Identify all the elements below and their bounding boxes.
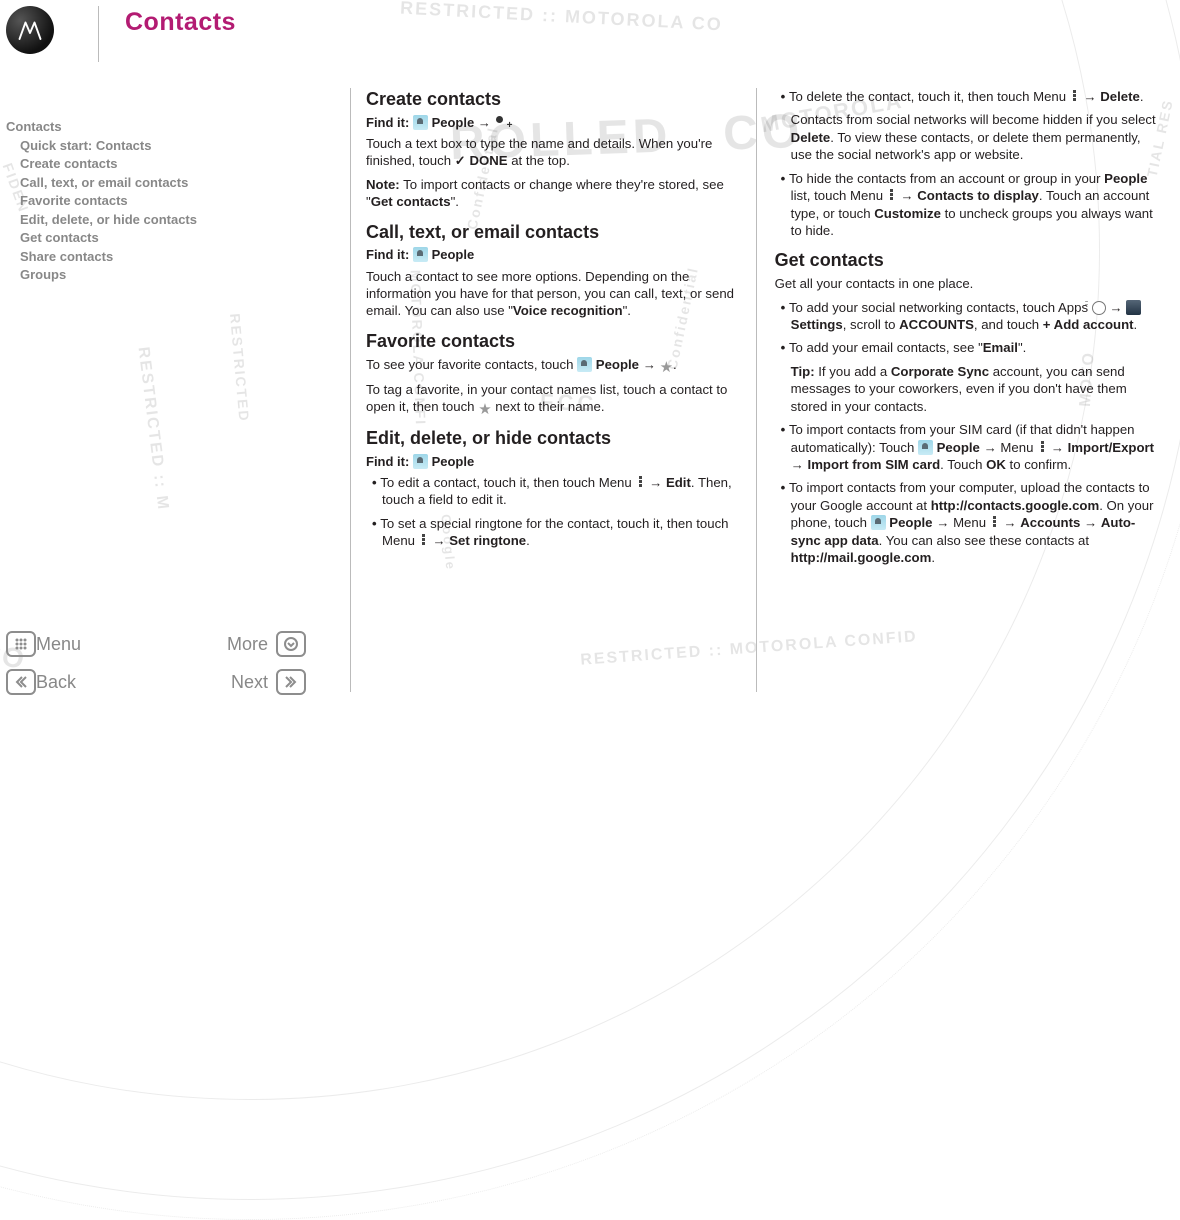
people-icon xyxy=(413,247,428,262)
people-icon xyxy=(413,454,428,469)
toc-item-edit[interactable]: Edit, delete, or hide contacts xyxy=(20,211,296,229)
people-icon xyxy=(577,357,592,372)
menu-dots-icon xyxy=(419,533,429,547)
settings-icon xyxy=(1126,300,1141,315)
toc-item-share[interactable]: Share contacts xyxy=(20,248,296,266)
delete-note: Contacts from social networks will becom… xyxy=(791,111,1162,163)
motorola-logo xyxy=(6,6,54,54)
heading-get-contacts: Get contacts xyxy=(775,249,1162,273)
menu-button[interactable] xyxy=(6,631,36,657)
people-icon xyxy=(918,440,933,455)
more-button[interactable] xyxy=(276,631,306,657)
findit-create: Find it: People → xyxy=(366,114,738,131)
back-button[interactable] xyxy=(6,669,36,695)
check-icon: ✓ xyxy=(455,152,466,169)
back-label: Back xyxy=(36,672,76,693)
star-icon: ★ xyxy=(478,403,491,417)
add-person-icon xyxy=(494,116,510,130)
menu-dots-icon xyxy=(887,188,897,202)
menu-dots-icon xyxy=(1037,440,1047,454)
heading-edit-delete-hide: Edit, delete, or hide contacts xyxy=(366,427,738,451)
page-title: Contacts xyxy=(125,8,236,37)
menu-label: Menu xyxy=(36,634,81,655)
get-bullet-1: To add your social networking contacts, … xyxy=(781,299,1162,334)
next-label: Next xyxy=(231,672,268,693)
hide-bullet: To hide the contacts from an account or … xyxy=(781,170,1162,240)
get-bullet-3: To import contacts from your SIM card (i… xyxy=(781,421,1162,473)
get-intro: Get all your contacts in one place. xyxy=(775,275,1162,292)
toc-item-create[interactable]: Create contacts xyxy=(20,155,296,173)
toc-heading[interactable]: Contacts xyxy=(6,118,296,136)
favorite-p2: To tag a favorite, in your contact names… xyxy=(366,381,738,417)
bottom-nav: Menu More Back Next xyxy=(6,627,306,699)
people-icon xyxy=(871,515,886,530)
menu-dots-icon xyxy=(635,475,645,489)
sidebar-toc: Contacts Quick start: Contacts Create co… xyxy=(6,118,296,284)
toc-item-favorite[interactable]: Favorite contacts xyxy=(20,192,296,210)
toc-item-call[interactable]: Call, text, or email contacts xyxy=(20,174,296,192)
findit-call: Find it: People xyxy=(366,246,738,263)
menu-dots-icon xyxy=(1070,89,1080,103)
get-bullet-2: To add your email contacts, see "Email".… xyxy=(781,339,1162,415)
delete-bullet: To delete the contact, touch it, then to… xyxy=(781,88,1162,164)
toc-item-groups[interactable]: Groups xyxy=(20,266,296,284)
column-1: Create contacts Find it: People → Touch … xyxy=(350,88,756,713)
people-icon xyxy=(413,115,428,130)
column-2: To delete the contact, touch it, then to… xyxy=(775,88,1180,713)
call-body: Touch a contact to see more options. Dep… xyxy=(366,268,738,320)
favorite-p1: To see your favorite contacts, touch Peo… xyxy=(366,356,738,375)
header-divider xyxy=(98,6,99,62)
toc-item-quickstart[interactable]: Quick start: Contacts xyxy=(20,137,296,155)
edit-bullet-2: To set a special ringtone for the contac… xyxy=(372,515,738,550)
star-icon: ★ xyxy=(660,361,673,375)
column-divider-center xyxy=(756,88,757,692)
toc-item-get[interactable]: Get contacts xyxy=(20,229,296,247)
create-body: Touch a text box to type the name and de… xyxy=(366,135,738,170)
apps-icon xyxy=(1092,301,1106,315)
heading-favorite: Favorite contacts xyxy=(366,330,738,354)
findit-edit: Find it: People xyxy=(366,453,738,470)
heading-call-text-email: Call, text, or email contacts xyxy=(366,221,738,245)
get-bullet-4: To import contacts from your computer, u… xyxy=(781,479,1162,566)
edit-bullet-1: To edit a contact, touch it, then touch … xyxy=(372,474,738,509)
create-note: Note: To import contacts or change where… xyxy=(366,176,738,211)
heading-create-contacts: Create contacts xyxy=(366,88,738,112)
main-content: Create contacts Find it: People → Touch … xyxy=(350,88,1180,713)
get-tip: Tip: If you add a Corporate Sync account… xyxy=(791,363,1162,415)
more-label: More xyxy=(227,634,268,655)
menu-dots-icon xyxy=(990,515,1000,529)
next-button[interactable] xyxy=(276,669,306,695)
